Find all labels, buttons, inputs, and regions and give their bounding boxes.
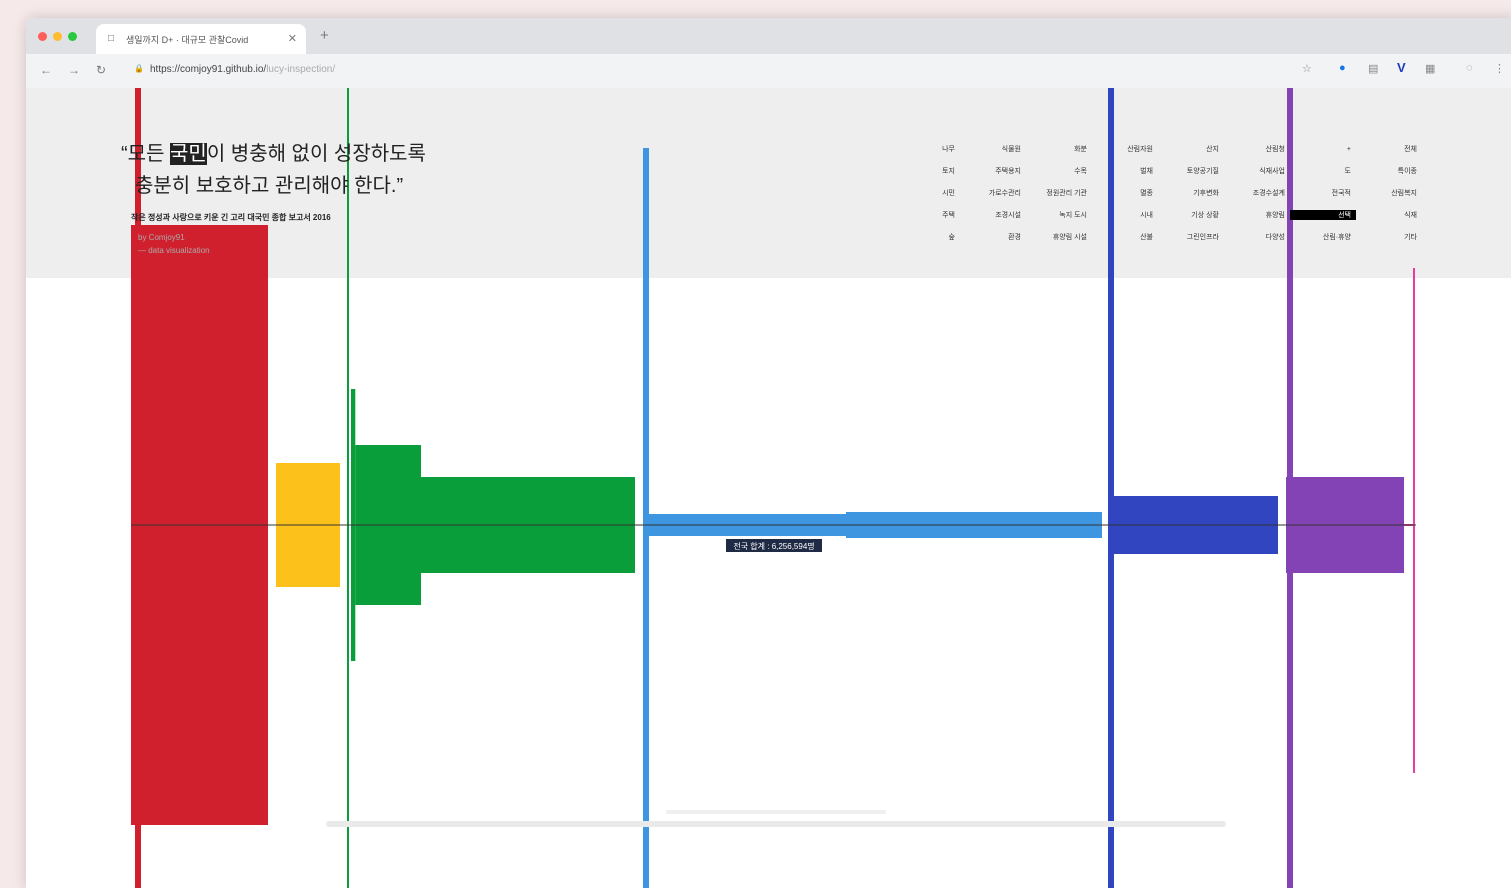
back-icon[interactable]: ← xyxy=(40,63,52,77)
url-host: https://comjoy91.github.io/ xyxy=(150,64,267,75)
category-link[interactable]: 녹지 도시 xyxy=(1026,210,1092,220)
subtext: by Comjoy91 — data visualization xyxy=(138,231,210,257)
maximize-window-button[interactable] xyxy=(68,32,77,41)
category-link[interactable]: 산림자원 xyxy=(1092,144,1158,154)
grid-row: 주택 조경시설 녹지 도시 시내 기상 상황 휴양림 선택 식재 xyxy=(894,204,1422,226)
category-link[interactable]: 식재사업 xyxy=(1224,166,1290,176)
category-link[interactable]: 시내 xyxy=(1092,210,1158,220)
tab-title: 생일까지 D+ · 대규모 관찰Covid xyxy=(126,35,249,45)
quote-line1-start: 모든 xyxy=(127,143,171,165)
category-link[interactable]: 산림복지 xyxy=(1356,188,1422,198)
grid-row: 나무 식물원 화분 산림자원 산지 산림청 + 전체 xyxy=(894,138,1422,160)
profile-icon[interactable]: ◌ xyxy=(1466,62,1473,74)
category-grid: 나무 식물원 화분 산림자원 산지 산림청 + 전체 토지 주택용지 수목 벌채 토양공기질 식재사업 도 특… xyxy=(894,138,1422,248)
category-link[interactable]: 기타 xyxy=(1356,232,1422,242)
category-link[interactable]: 토양공기질 xyxy=(1158,166,1224,176)
category-link[interactable]: 토지 xyxy=(894,166,960,176)
grid-row: 숲 환경 휴양림 시설 산불 그린인프라 다양성 산림·휴양 기타 xyxy=(894,226,1422,248)
category-link[interactable]: 환경 xyxy=(960,232,1026,242)
category-link[interactable]: 주택 xyxy=(894,210,960,220)
category-link[interactable]: 다양성 xyxy=(1224,232,1290,242)
category-link[interactable]: 벌채 xyxy=(1092,166,1158,176)
reload-icon[interactable]: ↻ xyxy=(96,63,106,77)
category-link[interactable]: 주택용지 xyxy=(960,166,1026,176)
annotation-label: 전국 합계 : 6,256,594명 xyxy=(733,541,814,551)
category-link[interactable]: 산불 xyxy=(1092,232,1158,242)
new-tab-icon[interactable]: + xyxy=(320,27,329,44)
quote-open-mark: “ xyxy=(121,143,128,165)
category-link[interactable]: 정원관리 기관 xyxy=(1026,188,1092,198)
page-icon: □ xyxy=(108,33,115,44)
category-link[interactable]: 기상 상황 xyxy=(1158,210,1224,220)
category-link[interactable]: 그린인프라 xyxy=(1158,232,1224,242)
url-path: lucy-inspection/ xyxy=(266,64,336,75)
category-link[interactable]: 선택 xyxy=(1290,210,1356,220)
close-icon[interactable]: ✕ xyxy=(288,32,297,45)
page-content: 전국 합계 : 6,256,594명 “모든 국민이 병충해 없이 성장하도록 … xyxy=(26,88,1511,888)
category-link[interactable]: 특이종 xyxy=(1356,166,1422,176)
category-link[interactable]: 도 xyxy=(1290,166,1356,176)
quote-close-mark: ” xyxy=(396,175,404,197)
category-link[interactable]: 나무 xyxy=(894,144,960,154)
category-link[interactable]: 산림·휴양 xyxy=(1290,232,1356,242)
footer-text xyxy=(326,821,1226,827)
extension-icon[interactable]: ● xyxy=(1339,62,1346,74)
forward-icon[interactable]: → xyxy=(68,63,80,77)
quote-line1-end: 이 병충해 없이 성장하도록 xyxy=(206,143,426,165)
category-link[interactable]: 조경시설 xyxy=(960,210,1026,220)
grid-extension-icon[interactable]: ▦ xyxy=(1425,62,1435,75)
quote: “모든 국민이 병충해 없이 성장하도록 충분히 보호하고 관리해야 한다.” xyxy=(121,138,491,202)
footer-line xyxy=(666,810,886,814)
url-field[interactable]: https://comjoy91.github.io/lucy-inspecti… xyxy=(150,64,335,75)
quote-highlight[interactable]: 국민 xyxy=(170,143,207,165)
reader-icon[interactable]: ▤ xyxy=(1368,62,1378,75)
category-link[interactable]: 멸종 xyxy=(1092,188,1158,198)
category-link[interactable]: 시민 xyxy=(894,188,960,198)
category-link[interactable]: 수목 xyxy=(1026,166,1092,176)
address-bar: ← → ↻ 🔒 https://comjoy91.github.io/lucy-… xyxy=(26,54,1511,88)
category-link[interactable]: 전체 xyxy=(1356,144,1422,154)
browser-window: □ 생일까지 D+ · 대규모 관찰Covid ✕ + ← → ↻ 🔒 http… xyxy=(26,18,1511,888)
vivid-extension-icon[interactable]: V xyxy=(1397,60,1406,75)
grid-row: 토지 주택용지 수목 벌채 토양공기질 식재사업 도 특이종 xyxy=(894,160,1422,182)
quote-line2: 충분히 보호하고 관리해야 한다. xyxy=(135,175,397,197)
category-link[interactable]: 전국적 xyxy=(1290,188,1356,198)
grid-row: 시민 가로수관리 정원관리 기관 멸종 기후변화 조경수설계 전국적 산림복지 xyxy=(894,182,1422,204)
subtext-line1: by Comjoy91 xyxy=(138,233,185,242)
category-link[interactable]: 산림청 xyxy=(1224,144,1290,154)
category-link[interactable]: 기후변화 xyxy=(1158,188,1224,198)
category-link[interactable]: + xyxy=(1290,146,1356,153)
category-link[interactable]: 식재 xyxy=(1356,210,1422,220)
browser-tab[interactable]: □ 생일까지 D+ · 대규모 관찰Covid ✕ xyxy=(96,24,306,54)
category-link[interactable]: 휴양림 시설 xyxy=(1026,232,1092,242)
subtext-line2: — data visualization xyxy=(138,246,210,255)
category-link[interactable]: 조경수설계 xyxy=(1224,188,1290,198)
category-link[interactable]: 가로수관리 xyxy=(960,188,1026,198)
quote-citation: 작은 정성과 사랑으로 키운 긴 고리 대국민 종합 보고서 2016 xyxy=(131,213,331,222)
menu-icon[interactable]: ⋮ xyxy=(1494,62,1505,75)
minimize-window-button[interactable] xyxy=(53,32,62,41)
lock-icon: 🔒 xyxy=(134,64,144,73)
category-link[interactable]: 화분 xyxy=(1026,144,1092,154)
title-bar: □ 생일까지 D+ · 대규모 관찰Covid ✕ + xyxy=(26,18,1511,54)
category-link[interactable]: 숲 xyxy=(894,232,960,242)
close-window-button[interactable] xyxy=(38,32,47,41)
category-link[interactable]: 산지 xyxy=(1158,144,1224,154)
category-link[interactable]: 휴양림 xyxy=(1224,210,1290,220)
bookmark-star-icon[interactable]: ☆ xyxy=(1302,62,1312,75)
category-link[interactable]: 식물원 xyxy=(960,144,1026,154)
